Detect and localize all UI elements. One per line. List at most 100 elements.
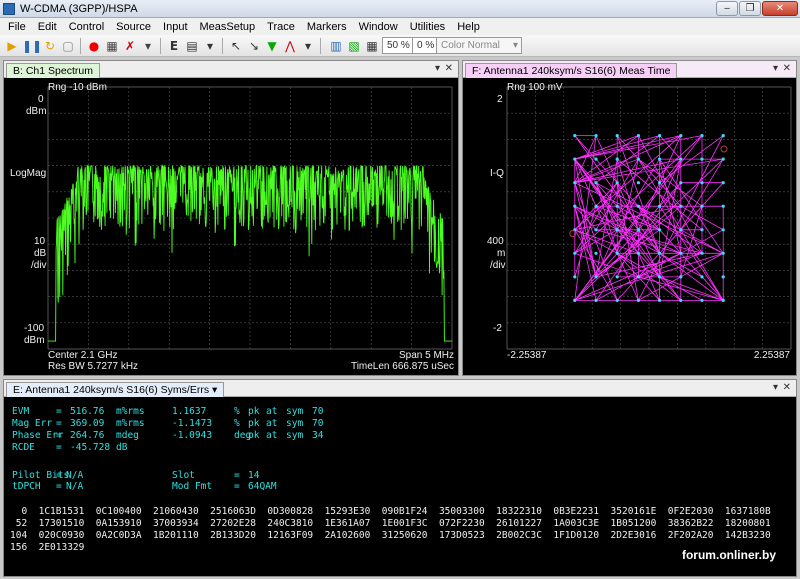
spectrum-window: B: Ch1 Spectrum ▾ ✕ Rng -10 dBm 0 dBm Lo… xyxy=(3,60,459,376)
menu-control[interactable]: Control xyxy=(63,21,110,33)
symbol-hex-row: 104 020C0930 0A2C0D3A 1B201110 2B133D20 … xyxy=(10,530,771,541)
marker-icon[interactable]: ▼ xyxy=(264,38,280,54)
menu-file[interactable]: File xyxy=(2,21,32,33)
metric-cell: 70 xyxy=(312,418,324,429)
maximize-button[interactable]: ❐ xyxy=(739,1,761,16)
symbol-hex-row: 0 1C1B1531 0C100400 21060430 2516063D 0D… xyxy=(10,506,771,517)
metric-cell: 369.09 xyxy=(70,418,105,429)
capture-icon[interactable]: ▦ xyxy=(104,38,120,54)
zoom-percent-1[interactable]: 50 % xyxy=(382,37,415,54)
x-left-value: -2.25387 xyxy=(507,350,547,361)
menu-help[interactable]: Help xyxy=(451,21,486,33)
layout-icon[interactable]: ▤ xyxy=(184,38,200,54)
constellation-plot[interactable] xyxy=(463,79,796,375)
constellation-point xyxy=(615,204,619,208)
clear-icon[interactable]: ✗ xyxy=(122,38,138,54)
spectrum-range: Rng -10 dBm xyxy=(48,82,107,93)
constellation-point xyxy=(636,157,640,161)
peak-icon[interactable]: ⋀ xyxy=(282,38,298,54)
mod-fmt-value: 64QAM xyxy=(248,481,277,492)
y-top-value: 0 xyxy=(38,94,44,105)
tab-syms-errs[interactable]: E: Antenna1 240ksym/s S16(6) Syms/Errs ▾ xyxy=(6,382,225,397)
single-icon[interactable]: ▢ xyxy=(60,38,76,54)
resolution-bandwidth: Res BW 5.7277 kHz xyxy=(48,361,139,372)
menu-trace[interactable]: Trace xyxy=(261,21,301,33)
record-icon[interactable]: ● xyxy=(86,38,102,54)
metric-cell: = xyxy=(56,406,62,417)
metric-cell: Mag Err xyxy=(12,418,53,429)
metric-cell: = xyxy=(56,430,62,441)
constellation-point xyxy=(679,251,683,255)
menu-meassetup[interactable]: MeasSetup xyxy=(194,21,262,33)
constellation-point xyxy=(658,298,662,302)
dropdown-icon[interactable]: ▾ xyxy=(140,38,156,54)
pointer-icon[interactable]: ↖ xyxy=(228,38,244,54)
marker-pointer-icon[interactable]: ↘ xyxy=(246,38,262,54)
tab-meas-time[interactable]: F: Antenna1 240ksym/s S16(6) Meas Time xyxy=(465,63,678,78)
title-bar: W-CDMA (3GPP)/HSPA ‒ ❐ ✕ xyxy=(0,0,800,18)
iq-div-unit: m xyxy=(497,248,506,259)
metric-cell: dB xyxy=(116,442,128,453)
symbol-hex-row: 52 17301510 0A153910 37003934 27202E28 2… xyxy=(10,518,771,529)
tdpch-label: tDPCH xyxy=(12,481,41,492)
layout-dropdown-icon[interactable]: ▾ xyxy=(202,38,218,54)
constellation-point xyxy=(573,134,577,138)
pane-close-icon[interactable]: ✕ xyxy=(783,382,791,393)
constellation-point xyxy=(636,228,640,232)
metric-cell: = xyxy=(56,418,62,429)
chart-icon[interactable]: ▥ xyxy=(328,38,344,54)
menu-input[interactable]: Input xyxy=(157,21,193,33)
constellation-point xyxy=(700,157,704,161)
pause-icon[interactable]: ❚❚ xyxy=(22,38,42,54)
constellation-point xyxy=(615,228,619,232)
grid-icon[interactable]: ▦ xyxy=(364,38,380,54)
menu-window[interactable]: Window xyxy=(353,21,404,33)
metric-cell: % xyxy=(234,406,240,417)
metric-cell: at xyxy=(266,406,278,417)
constellation-point xyxy=(679,298,683,302)
slot-value: 14 xyxy=(248,470,260,481)
metric-cell: EVM xyxy=(12,406,30,417)
pane-dropdown-icon[interactable]: ▾ xyxy=(773,382,778,393)
x-right-value: 2.25387 xyxy=(753,350,790,361)
marker-dropdown-icon[interactable]: ▾ xyxy=(300,38,316,54)
metric-cell: sym xyxy=(286,418,304,429)
close-button[interactable]: ✕ xyxy=(762,1,798,16)
trace-icon[interactable]: ▧ xyxy=(346,38,362,54)
constellation-point xyxy=(721,134,725,138)
constellation-window: F: Antenna1 240ksym/s S16(6) Meas Time ▾… xyxy=(462,60,797,376)
pane-close-icon[interactable]: ✕ xyxy=(783,63,791,74)
constellation-point xyxy=(573,275,577,279)
restart-icon[interactable]: ↻ xyxy=(42,38,58,54)
symbol-hex-row: 156 2E013329 xyxy=(10,542,85,553)
spectrum-plot[interactable] xyxy=(4,79,458,375)
menu-markers[interactable]: Markers xyxy=(301,21,353,33)
chevron-down-icon: ▾ xyxy=(512,40,518,51)
y-div-unit: dB xyxy=(34,248,47,259)
constellation-point xyxy=(594,251,598,255)
constellation-point xyxy=(636,204,640,208)
constellation-point xyxy=(658,134,662,138)
constellation-point xyxy=(679,181,683,185)
pane-dropdown-icon[interactable]: ▾ xyxy=(773,63,778,74)
pane-dropdown-icon[interactable]: ▾ xyxy=(435,63,440,74)
constellation-point xyxy=(700,134,704,138)
constellation-point xyxy=(679,228,683,232)
minimize-button[interactable]: ‒ xyxy=(716,1,738,16)
app-icon xyxy=(3,3,15,15)
constellation-point xyxy=(700,181,704,185)
metric-cell: pk xyxy=(248,418,260,429)
color-mode-value: Color Normal xyxy=(441,40,500,51)
constellation-point xyxy=(573,251,577,255)
tab-ch1-spectrum[interactable]: B: Ch1 Spectrum xyxy=(6,63,100,78)
e-icon[interactable]: E xyxy=(166,38,182,54)
mod-fmt-label: Mod Fmt xyxy=(172,481,213,492)
color-mode-select[interactable]: Color Normal ▾ xyxy=(436,37,522,54)
pane-close-icon[interactable]: ✕ xyxy=(445,63,453,74)
constellation-point xyxy=(594,204,598,208)
menu-source[interactable]: Source xyxy=(110,21,157,33)
menu-edit[interactable]: Edit xyxy=(32,21,63,33)
play-icon[interactable]: ▶ xyxy=(4,38,20,54)
menu-utilities[interactable]: Utilities xyxy=(404,21,451,33)
constellation-point xyxy=(658,251,662,255)
